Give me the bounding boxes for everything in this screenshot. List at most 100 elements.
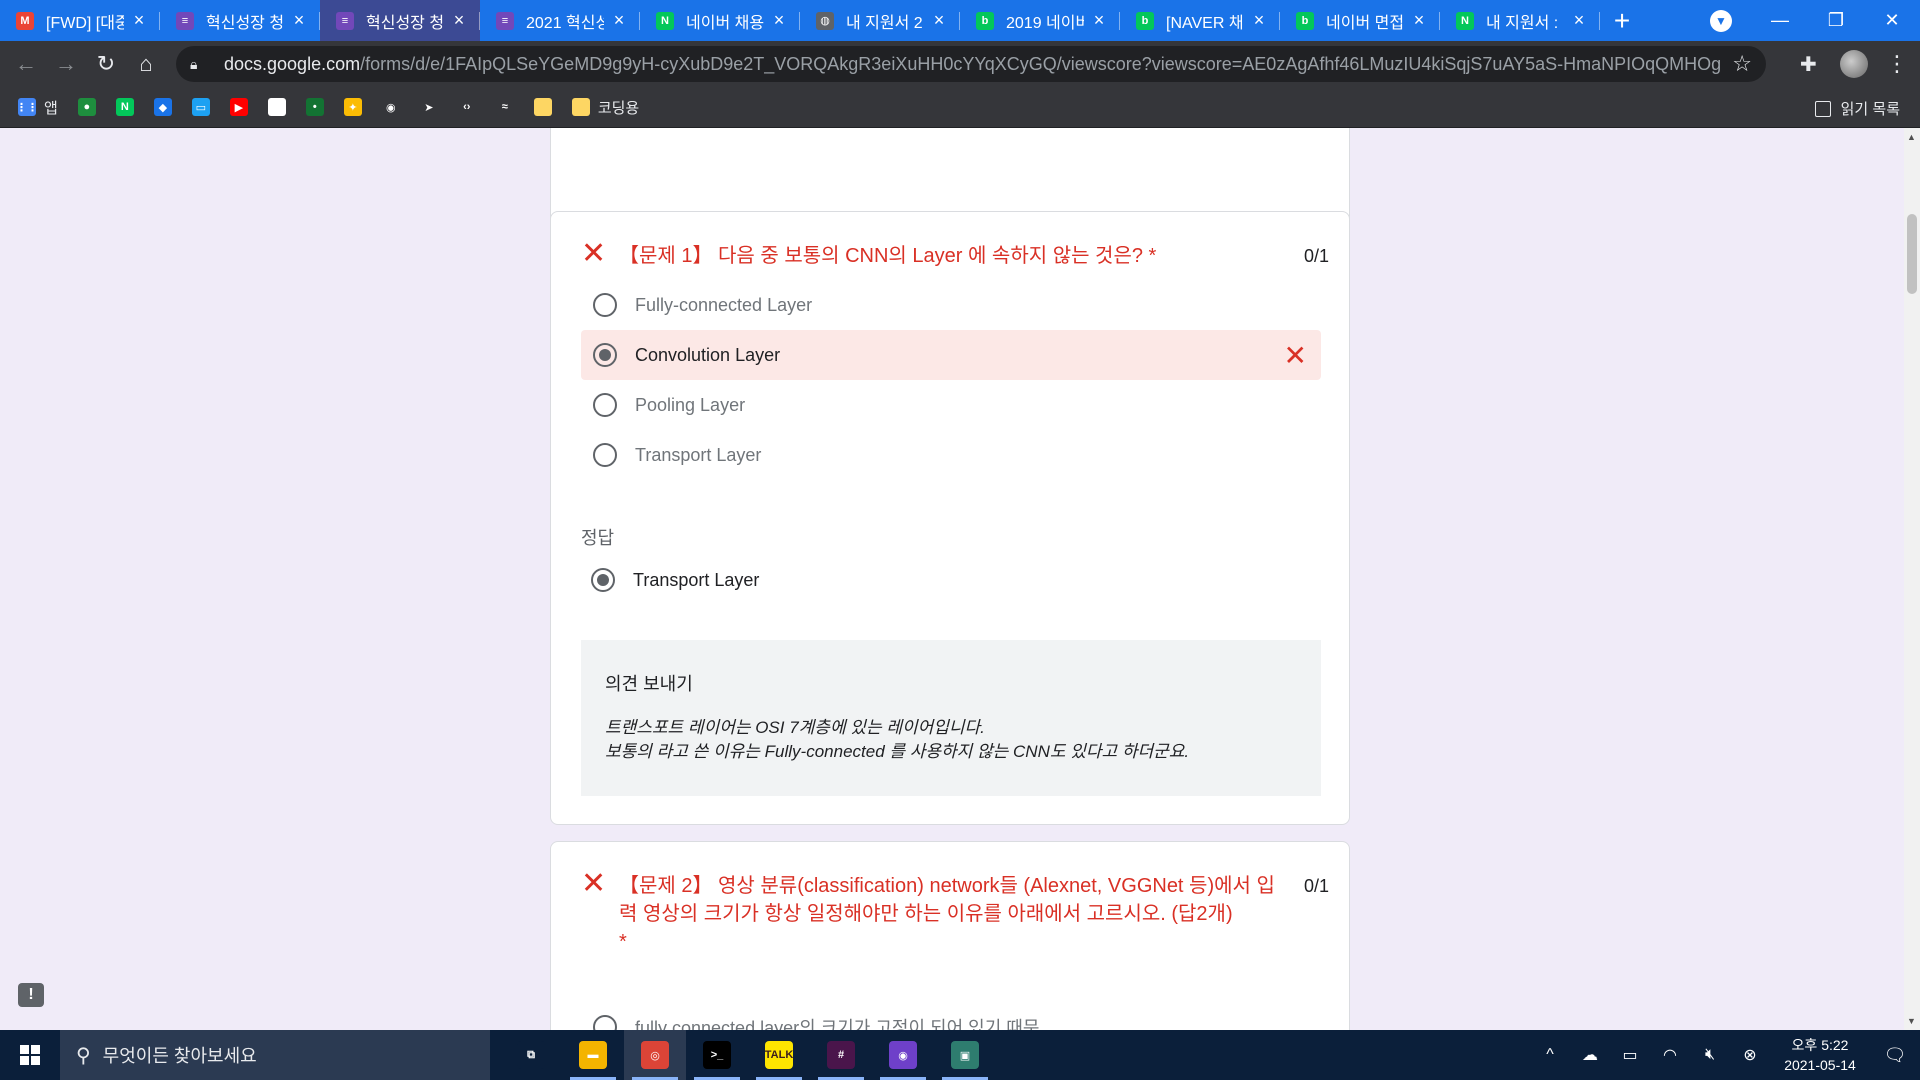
back-button[interactable]: ← (6, 44, 46, 84)
close-tab-icon[interactable]: × (130, 10, 148, 31)
start-button[interactable] (0, 1030, 60, 1080)
close-tab-icon[interactable]: × (450, 10, 468, 31)
taskbar-app[interactable]: ▬ (562, 1030, 624, 1080)
profile-avatar[interactable] (1840, 50, 1868, 78)
taskbar-app[interactable]: ◎ (624, 1030, 686, 1080)
battery-icon[interactable]: ▭ (1610, 1045, 1650, 1065)
forward-button[interactable]: → (46, 44, 86, 84)
close-tab-icon[interactable]: × (1090, 10, 1108, 31)
circle-x-icon[interactable]: ⊗ (1730, 1045, 1770, 1065)
question-1-option[interactable]: Convolution Layer ✕ (581, 330, 1321, 380)
bookmark-item[interactable]: ➤ (419, 98, 438, 116)
bookmark-item[interactable]: ● (77, 98, 96, 116)
bookmark-item[interactable]: ≈ (495, 98, 514, 116)
browser-tab[interactable]: ≡ 2021 혁신성 × (480, 0, 640, 41)
close-tab-icon[interactable]: × (1570, 10, 1588, 31)
url-path: /forms/d/e/1FAIpQLSeYGeMD9g9yH-cyXubD9e2… (360, 53, 1723, 74)
close-tab-icon[interactable]: × (1410, 10, 1428, 31)
question-2-text: 【문제 2】 영상 분류(classification) network들 (A… (619, 875, 1275, 925)
bookmark-item[interactable]: ⋮⋮ 앱 (16, 97, 58, 118)
restore-button[interactable]: ❐ (1808, 0, 1864, 41)
reading-list-label: 읽기 목록 (1840, 101, 1900, 118)
option-label: Transport Layer (635, 444, 762, 465)
bird-icon: ➤ (419, 98, 438, 116)
browser-tab[interactable]: b [NAVER 채용 × (1120, 0, 1280, 41)
browser-tab[interactable]: ◍ 내 지원서 2 × (800, 0, 960, 41)
bookmark-item[interactable]: ◆ (153, 98, 172, 116)
form-page: 961001 ✕ 【문제 1】 다음 중 보통의 CNN의 Layer 에 속하… (0, 128, 1904, 1030)
pinwheel-icon: ✦ (343, 98, 362, 116)
browser-tab[interactable]: N 네이버 채용 × (640, 0, 800, 41)
browser-tab[interactable]: ≡ 혁신성장 청 × (160, 0, 320, 41)
reading-list-button[interactable]: 읽기 목록 (1814, 98, 1900, 119)
bookmark-star-icon[interactable]: ☆ (1732, 51, 1752, 77)
question-2-option[interactable]: fully connected layer의 크기가 고정이 되어 있기 때문 (581, 1002, 1321, 1030)
bookmark-item[interactable]: ‹› (457, 98, 476, 116)
system-clock[interactable]: 오후 5:22 2021-05-14 (1770, 1035, 1870, 1075)
scroll-up-arrow-icon[interactable]: ▲ (1907, 132, 1916, 142)
dot-icon: • (305, 98, 324, 116)
green-circle-icon: ● (77, 98, 96, 116)
bookmark-item[interactable]: ▭ (191, 98, 210, 116)
taskbar-app[interactable]: ▣ (934, 1030, 996, 1080)
onedrive-cloud-icon[interactable]: ☁ (1570, 1045, 1610, 1065)
taskbar-app[interactable]: TALK (748, 1030, 810, 1080)
notification-center-icon[interactable]: 🗨︎ (1870, 1045, 1920, 1066)
gmail-icon: M (16, 11, 34, 30)
scroll-down-arrow-icon[interactable]: ▼ (1907, 1016, 1916, 1026)
file-explorer-icon: ▬ (579, 1041, 607, 1069)
menu-kebab-icon[interactable]: ⋮ (1886, 51, 1908, 77)
close-tab-icon[interactable]: × (1250, 10, 1268, 31)
slack-icon: # (827, 1041, 855, 1069)
browser-tab[interactable]: N 내 지원서 : × (1440, 0, 1600, 41)
minimize-button[interactable]: — (1752, 0, 1808, 41)
url-host: docs.google.com (224, 53, 361, 74)
youtube-icon: ▶ (229, 98, 248, 116)
blog-icon: b (976, 11, 994, 30)
browser-tab[interactable]: ≡ 혁신성장 청 × (320, 0, 480, 41)
bookmark-item[interactable]: ◉ (381, 98, 400, 116)
page-scrollbar[interactable]: ▲ ▼ (1904, 128, 1920, 1030)
reload-button[interactable]: ↻ (86, 44, 126, 84)
question-1-option[interactable]: Pooling Layer (581, 380, 1321, 430)
tab-title: [NAVER 채용 (1166, 14, 1244, 32)
radio-checked-icon (591, 568, 615, 592)
forms-icon: ≡ (336, 11, 354, 30)
close-tab-icon[interactable]: × (770, 10, 788, 31)
bookmark-item[interactable]: 코딩용 (571, 97, 639, 118)
question-1-option[interactable]: Transport Layer (581, 430, 1321, 480)
radio-unchecked-icon (593, 393, 617, 417)
chevron-up-icon[interactable]: ^ (1530, 1046, 1570, 1064)
close-tab-icon[interactable]: × (610, 10, 628, 31)
bookmark-item[interactable]: ✦ (343, 98, 362, 116)
option-label: fully connected layer의 크기가 고정이 되어 있기 때문 (635, 1018, 1040, 1030)
bookmark-item[interactable]: G (267, 98, 286, 116)
tab-search-icon[interactable]: ▼ (1710, 10, 1732, 32)
taskbar-app[interactable]: ⧉ (500, 1030, 562, 1080)
bookmark-item[interactable] (533, 98, 552, 116)
browser-tab[interactable]: b 네이버 면접 × (1280, 0, 1440, 41)
close-window-button[interactable]: ✕ (1864, 0, 1920, 41)
close-tab-icon[interactable]: × (290, 10, 308, 31)
volume-muted-icon[interactable]: 🔇︎ (1690, 1046, 1730, 1064)
new-tab-button[interactable]: + (1600, 0, 1644, 41)
taskbar-search-box[interactable]: ⚲ 무엇이든 찾아보세요 (60, 1030, 490, 1080)
taskbar-app[interactable]: >_ (686, 1030, 748, 1080)
bookmark-item[interactable]: • (305, 98, 324, 116)
taskbar-app[interactable]: ◉ (872, 1030, 934, 1080)
address-bar[interactable]: 🔒︎ docs.google.com/forms/d/e/1FAIpQLSeYG… (176, 46, 1766, 82)
extensions-icon[interactable]: ✚ (1800, 52, 1817, 77)
report-problem-icon[interactable]: ! (18, 983, 44, 1007)
clock-time: 오후 5:22 (1791, 1037, 1849, 1053)
wifi-icon[interactable]: ◠ (1650, 1045, 1690, 1065)
bookmark-item[interactable]: ▶ (229, 98, 248, 116)
question-1-option[interactable]: Fully-connected Layer (581, 280, 1321, 330)
taskbar-app[interactable]: # (810, 1030, 872, 1080)
home-button[interactable]: ⌂ (126, 44, 166, 84)
close-tab-icon[interactable]: × (930, 10, 948, 31)
browser-tab[interactable]: b 2019 네이버 × (960, 0, 1120, 41)
browser-tab[interactable]: M [FWD] [대중 × (0, 0, 160, 41)
question-2-title: 【문제 2】 영상 분류(classification) network들 (A… (619, 872, 1289, 956)
scroll-thumb[interactable] (1907, 214, 1917, 294)
bookmark-item[interactable]: N (115, 98, 134, 116)
